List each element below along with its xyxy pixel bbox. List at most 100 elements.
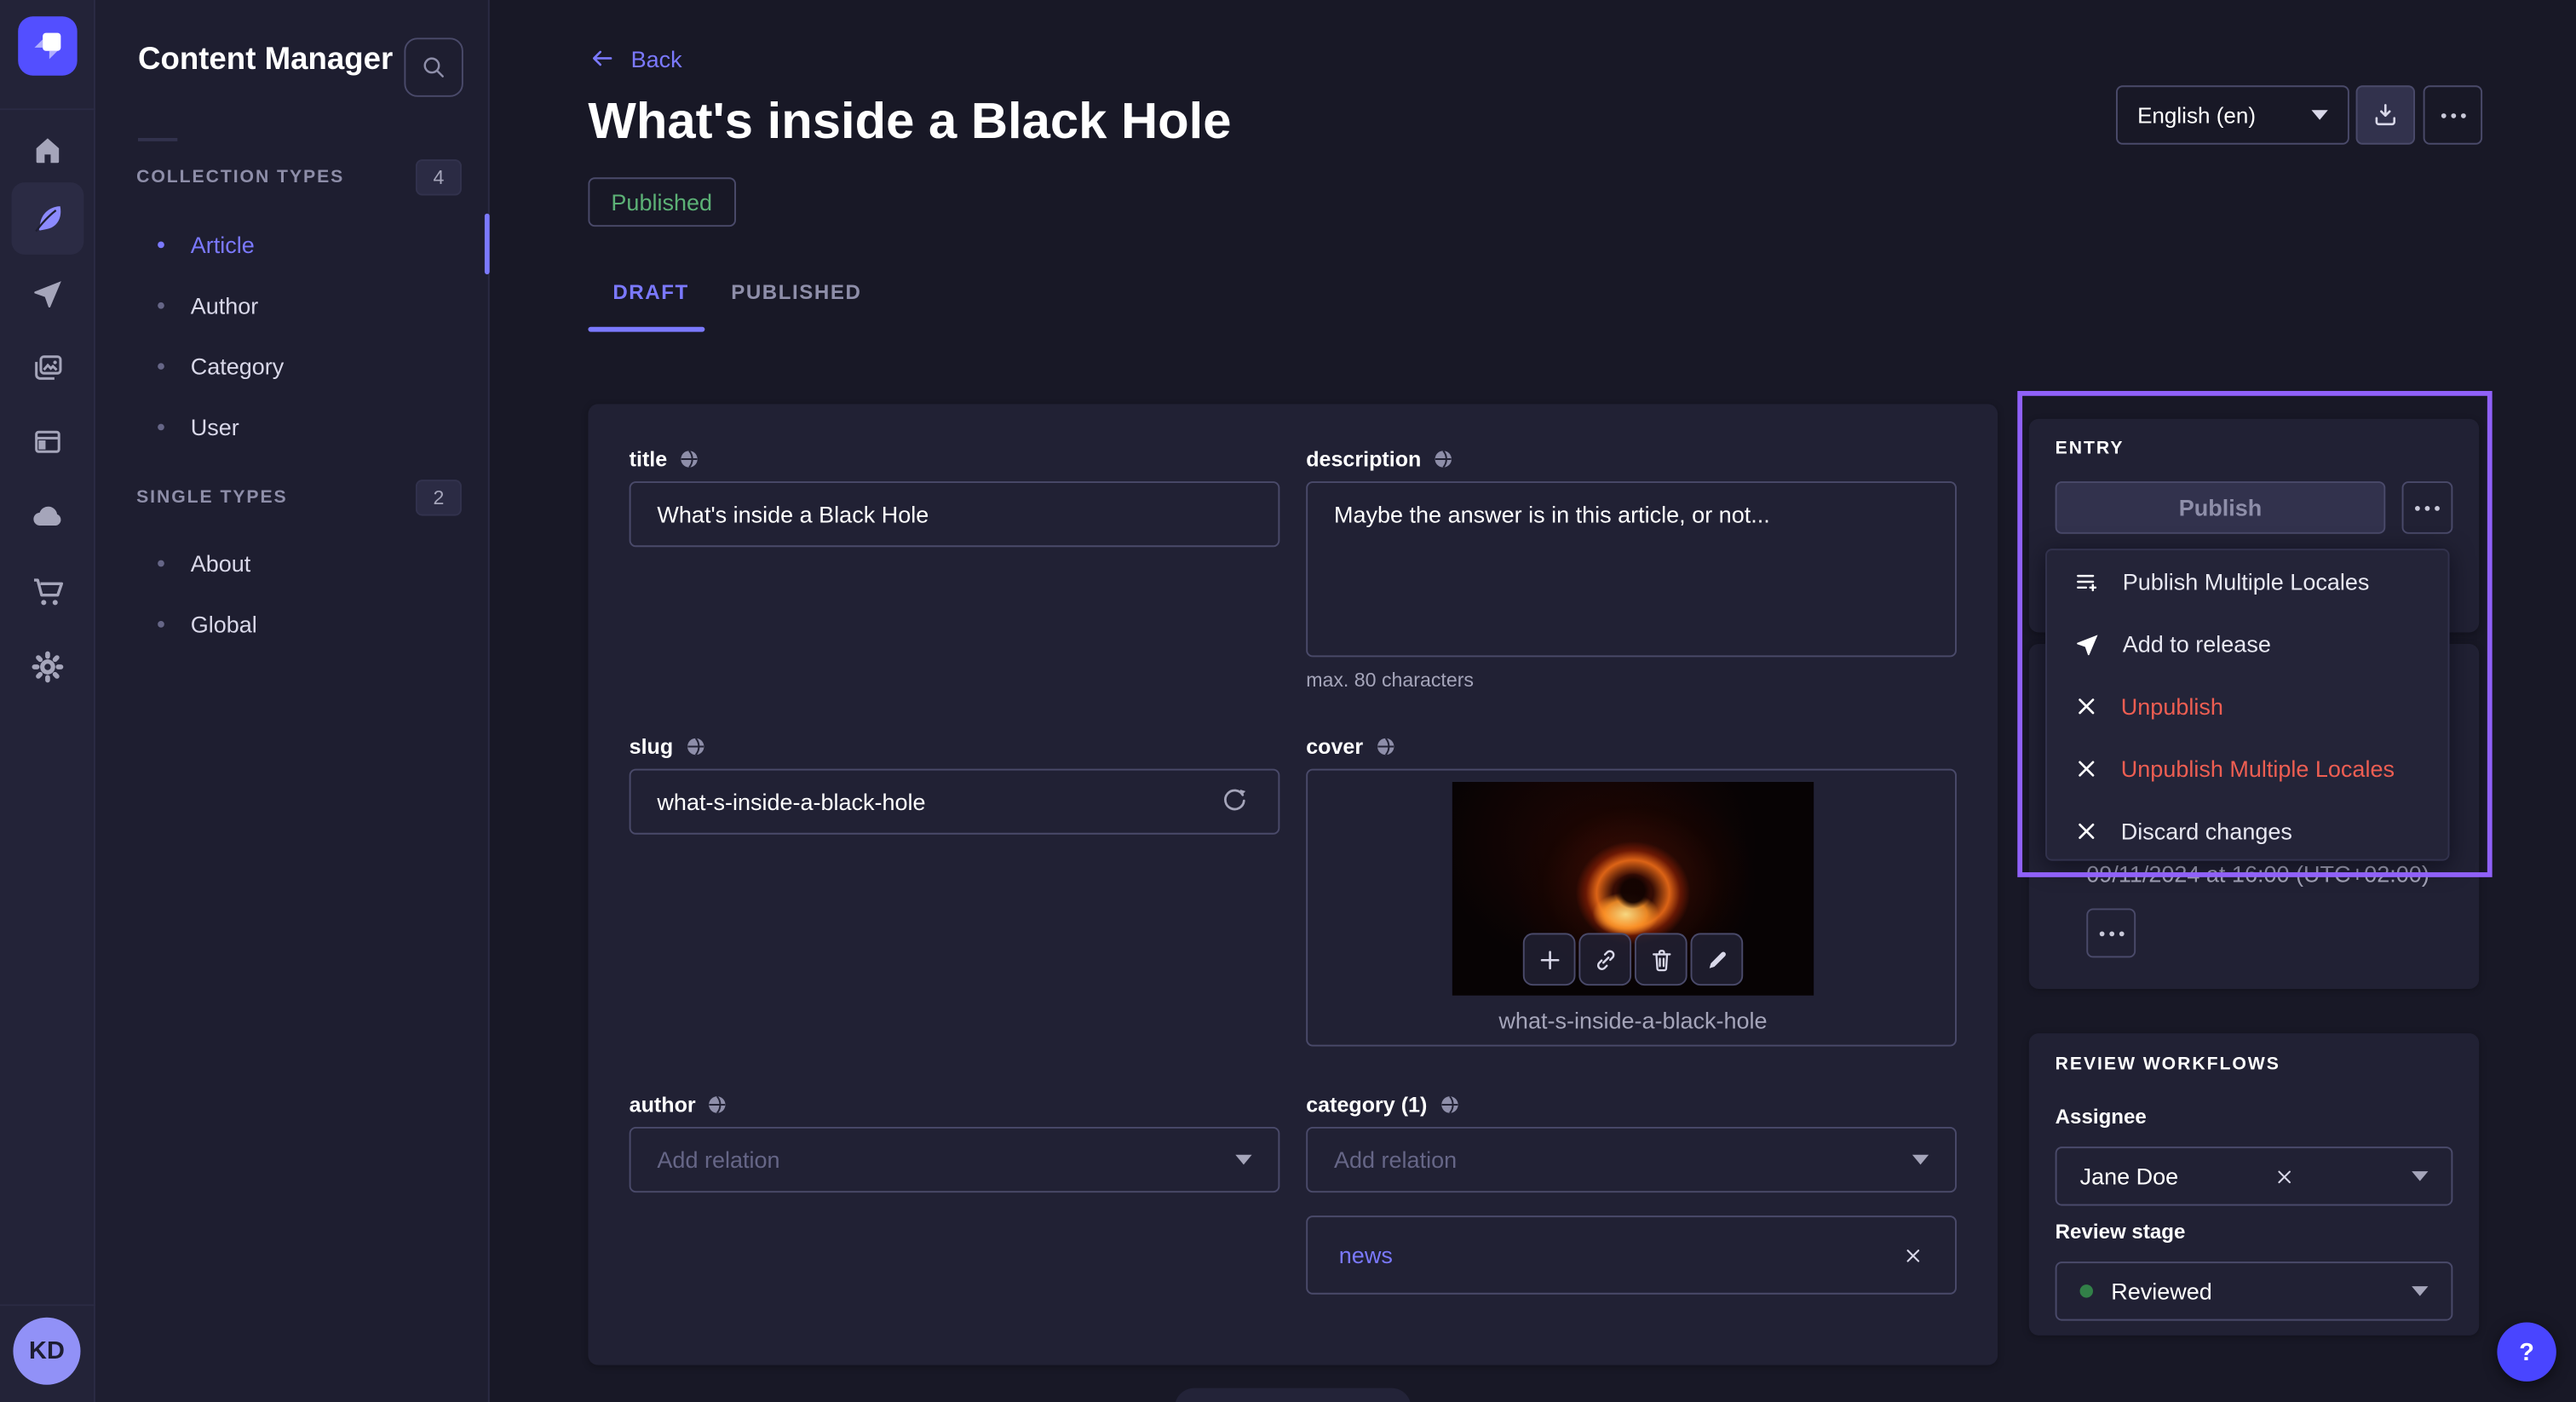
sidebar-item-marketplace[interactable] xyxy=(11,555,83,628)
copy-link-button[interactable] xyxy=(1578,933,1631,985)
title-input[interactable] xyxy=(630,481,1280,547)
remove-relation-button[interactable] xyxy=(1902,1244,1923,1266)
list-plus-icon xyxy=(2073,567,2102,595)
avatar[interactable]: KD xyxy=(13,1318,80,1385)
sidebar-item-deploy[interactable] xyxy=(11,480,83,552)
question-icon: ? xyxy=(2519,1338,2534,1366)
back-label: Back xyxy=(631,45,682,72)
tab-active-underline xyxy=(588,327,704,332)
sidebar-item-releases[interactable] xyxy=(11,258,83,330)
help-button[interactable]: ? xyxy=(2497,1322,2556,1381)
add-media-button[interactable] xyxy=(1523,933,1576,985)
search-button[interactable] xyxy=(404,37,463,96)
bullet-icon xyxy=(158,423,164,430)
sidebar-item-label: About xyxy=(191,549,251,576)
trash-icon xyxy=(1647,945,1675,974)
menu-item-label: Publish Multiple Locales xyxy=(2123,568,2370,595)
active-item-indicator xyxy=(485,214,490,274)
menu-item-discard-changes[interactable]: Discard changes xyxy=(2047,800,2448,862)
bullet-icon xyxy=(158,302,164,308)
menu-item-unpublish-multiple-locales[interactable]: Unpublish Multiple Locales xyxy=(2047,738,2448,800)
locale-select-value: English (en) xyxy=(2137,103,2256,128)
assignee-label: Assignee xyxy=(2056,1106,2147,1129)
category-field-label: category (1) xyxy=(1306,1092,1460,1117)
cover-media-card: what-s-inside-a-black-hole xyxy=(1306,769,1957,1047)
tab-published[interactable]: PUBLISHED xyxy=(731,281,861,304)
sidebar-item-label: Article xyxy=(191,231,255,257)
collapsed-component-pill[interactable] xyxy=(1175,1388,1412,1402)
review-panel-title: REVIEW WORKFLOWS xyxy=(2056,1054,2280,1074)
chevron-down-icon xyxy=(2412,1171,2428,1181)
status-badge: Published xyxy=(588,177,735,227)
field-label-text: cover xyxy=(1306,734,1363,759)
entry-more-button[interactable] xyxy=(2402,481,2453,534)
menu-item-publish-multiple-locales[interactable]: Publish Multiple Locales xyxy=(2047,550,2448,612)
description-textarea[interactable]: Maybe the answer is in this article, or … xyxy=(1306,481,1957,657)
assignee-select[interactable]: Jane Doe xyxy=(2056,1146,2453,1205)
single-types-header: SINGLE TYPES xyxy=(136,488,288,508)
gear-icon xyxy=(30,649,66,685)
tab-draft[interactable]: DRAFT xyxy=(612,281,688,304)
cover-field-label: cover xyxy=(1306,734,1395,759)
stage-status-dot xyxy=(2080,1284,2093,1297)
sidebar-item-about[interactable]: About xyxy=(158,532,469,593)
strapi-logo[interactable] xyxy=(18,16,77,75)
review-workflows-panel: REVIEW WORKFLOWS Assignee Jane Doe Revie… xyxy=(2029,1033,2479,1336)
clear-assignee-button[interactable] xyxy=(2274,1165,2295,1187)
home-icon xyxy=(30,131,66,167)
slug-input[interactable] xyxy=(630,769,1280,835)
export-button[interactable] xyxy=(2356,85,2415,144)
close-icon xyxy=(1902,1244,1923,1266)
review-stage-select[interactable]: Reviewed xyxy=(2056,1261,2453,1320)
plus-icon xyxy=(1535,945,1563,974)
download-icon xyxy=(2371,101,2401,130)
sidebar-item-content-manager[interactable] xyxy=(11,182,83,255)
media-library-icon xyxy=(30,350,66,386)
avatar-initials: KD xyxy=(29,1337,65,1365)
cross-icon xyxy=(2073,693,2100,720)
sidebar-item-user[interactable]: User xyxy=(158,396,469,457)
close-icon xyxy=(2274,1165,2295,1187)
globe-icon xyxy=(1433,448,1454,469)
chevron-down-icon xyxy=(1235,1155,1251,1165)
locale-select[interactable]: English (en) xyxy=(2116,85,2349,144)
menu-item-unpublish[interactable]: Unpublish xyxy=(2047,675,2448,738)
link-icon xyxy=(1591,945,1619,974)
feather-icon xyxy=(30,200,66,236)
back-link[interactable]: Back xyxy=(588,44,681,72)
slug-field-label: slug xyxy=(630,734,706,759)
information-more-button[interactable] xyxy=(2086,908,2136,957)
cover-toolbar xyxy=(1523,933,1743,985)
single-types-count-badge: 2 xyxy=(416,480,462,515)
relation-link[interactable]: news xyxy=(1339,1242,1393,1268)
sidebar-item-content-type-builder[interactable] xyxy=(11,405,83,478)
collection-types-count-badge: 4 xyxy=(416,159,462,195)
sidebar-item-media-library[interactable] xyxy=(11,332,83,405)
sidebar-item-author[interactable]: Author xyxy=(158,274,469,335)
chevron-down-icon xyxy=(2412,1286,2428,1296)
scheduled-date: 09/11/2024 at 16:00 (UTC+02:00) xyxy=(2086,861,2429,888)
sidebar-item-category[interactable]: Category xyxy=(158,335,469,395)
regenerate-slug-button[interactable] xyxy=(1219,785,1251,817)
edit-form-panel: title description Maybe the answer is in… xyxy=(588,404,1998,1365)
menu-item-label: Unpublish xyxy=(2121,693,2223,720)
publish-button[interactable]: Publish xyxy=(2056,481,2386,534)
sidebar-item-global[interactable]: Global xyxy=(158,593,469,653)
bullet-icon xyxy=(158,362,164,369)
content-manager-subnav: Content Manager COLLECTION TYPES 4 Artic… xyxy=(95,0,490,1402)
entry-panel-title: ENTRY xyxy=(2056,439,2125,458)
description-field-label: description xyxy=(1306,447,1454,472)
layout-icon xyxy=(30,424,66,460)
sidebar-item-settings[interactable] xyxy=(11,631,83,704)
menu-item-add-to-release[interactable]: Add to release xyxy=(2047,612,2448,675)
header-more-button[interactable] xyxy=(2424,85,2482,144)
sidebar-item-article[interactable]: Article xyxy=(158,214,469,274)
edit-media-button[interactable] xyxy=(1690,933,1743,985)
category-relation-select[interactable]: Add relation xyxy=(1306,1127,1957,1192)
sidebar-item-home[interactable] xyxy=(11,113,83,186)
author-relation-select[interactable]: Add relation xyxy=(630,1127,1280,1192)
cart-icon xyxy=(30,573,66,609)
cloud-icon xyxy=(30,497,66,533)
delete-media-button[interactable] xyxy=(1635,933,1688,985)
globe-icon xyxy=(1375,736,1396,757)
